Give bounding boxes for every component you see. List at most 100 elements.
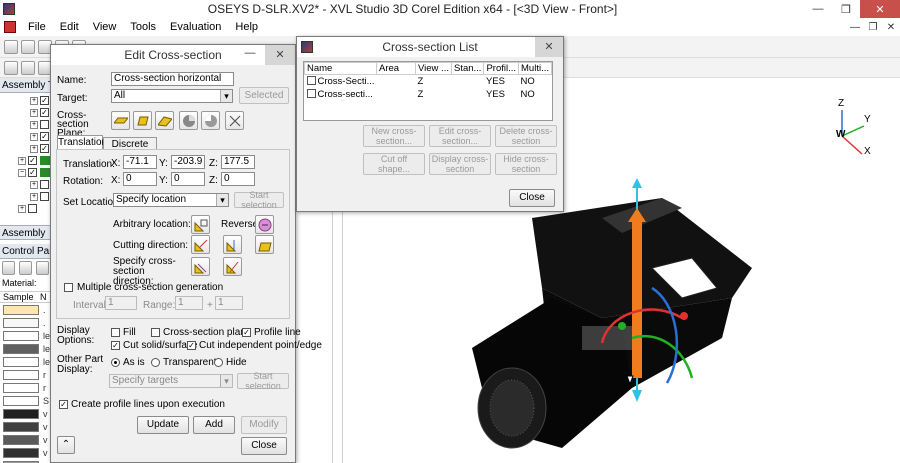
reverse-icon[interactable]	[255, 215, 274, 234]
edit-dialog-minimize-button[interactable]: —	[239, 47, 261, 59]
mdi-minimize-button[interactable]: —	[846, 22, 864, 33]
tree-checkbox[interactable]: ✓	[28, 156, 37, 165]
collapse-chevron-icon[interactable]: ⌃	[57, 436, 75, 454]
fit-icon[interactable]	[21, 60, 35, 75]
interval-input[interactable]: 1	[105, 296, 137, 310]
close-window-button[interactable]: ✕	[860, 0, 900, 18]
specify-direction-icon-2[interactable]	[223, 257, 242, 276]
as-is-radio[interactable]	[111, 358, 120, 367]
tree-expand-icon[interactable]: +	[30, 121, 38, 129]
multiple-generation-checkbox[interactable]	[64, 283, 73, 292]
add-button[interactable]: Add	[193, 416, 235, 434]
cross-section-table[interactable]: Name Area View ... Stan... Profil... Mul…	[303, 61, 553, 121]
material-row[interactable]: r	[0, 368, 51, 381]
selected-button[interactable]: Selected	[239, 87, 289, 104]
assembly-header[interactable]: Assembly	[0, 225, 51, 240]
column-profil[interactable]: Profil...	[483, 62, 520, 75]
fill-checkbox[interactable]	[111, 328, 120, 337]
cutting-direction-z-icon[interactable]	[255, 235, 274, 254]
cross-plane-checkbox[interactable]	[151, 328, 160, 337]
material-row[interactable]: .	[0, 316, 51, 329]
tree-expand-icon[interactable]: +	[30, 145, 38, 153]
specify-targets-select[interactable]: Specify targets	[109, 374, 233, 388]
range-from-input[interactable]: 1	[175, 296, 203, 310]
rotation-x-input[interactable]: 0	[123, 172, 157, 186]
cut-solid-checkbox[interactable]: ✓	[111, 341, 120, 350]
new-cross-section-button[interactable]: New cross-section...	[363, 125, 425, 147]
document-icon[interactable]	[4, 21, 16, 33]
column-area[interactable]: Area	[376, 62, 416, 75]
menu-edit[interactable]: Edit	[53, 18, 86, 36]
range-to-input[interactable]: 1	[215, 296, 243, 310]
manipulator-red-point[interactable]	[680, 312, 688, 320]
cutting-direction-x-icon[interactable]	[191, 235, 210, 254]
tree-expand-icon[interactable]: +	[30, 193, 38, 201]
cut-independent-checkbox[interactable]: ✓	[187, 341, 196, 350]
pointer-icon[interactable]	[2, 261, 15, 275]
transparent-radio[interactable]	[151, 358, 160, 367]
delete-icon[interactable]	[19, 261, 32, 275]
create-profile-checkbox[interactable]: ✓	[59, 400, 68, 409]
menu-file[interactable]: File	[21, 18, 53, 36]
display-cross-section-button[interactable]: Display cross-section	[429, 153, 491, 175]
manipulator-translate-handle[interactable]	[632, 218, 642, 378]
translation-z-input[interactable]: 177.5	[221, 155, 255, 169]
manipulator-green-point[interactable]	[618, 322, 626, 330]
rotation-y-input[interactable]: 0	[171, 172, 205, 186]
translation-x-input[interactable]: -71.1	[123, 155, 157, 169]
material-row[interactable]: le	[0, 355, 51, 368]
material-row[interactable]: v	[0, 459, 51, 463]
menu-view[interactable]: View	[86, 18, 124, 36]
tree-checkbox[interactable]: ✓	[40, 132, 49, 141]
menu-tools[interactable]: Tools	[123, 18, 163, 36]
table-row[interactable]: Cross-Secti... Z YES NO	[305, 75, 552, 88]
profile-line-checkbox[interactable]: ✓	[242, 328, 251, 337]
edit-cross-section-button[interactable]: Edit cross-section...	[429, 125, 491, 147]
tree-checkbox[interactable]: ✓	[40, 108, 49, 117]
tree-expand-icon[interactable]: +	[30, 181, 38, 189]
tree-checkbox[interactable]	[40, 192, 49, 201]
minimize-button[interactable]: —	[804, 0, 832, 18]
tree-collapse-icon[interactable]: −	[18, 169, 26, 177]
manipulator-z-arrow-icon[interactable]	[632, 178, 642, 188]
tree-expand-icon[interactable]: +	[18, 205, 26, 213]
tree-expand-icon[interactable]: +	[30, 133, 38, 141]
tree-checkbox[interactable]: ✓	[40, 96, 49, 105]
material-row[interactable]: S	[0, 394, 51, 407]
material-row[interactable]: v	[0, 407, 51, 420]
plane-xy-icon[interactable]	[111, 111, 130, 130]
material-row[interactable]: le	[0, 329, 51, 342]
tab-translation[interactable]: Translation	[57, 135, 107, 150]
tree-checkbox[interactable]	[28, 204, 37, 213]
material-row[interactable]: v	[0, 446, 51, 459]
tree-checkbox[interactable]: ✓	[28, 168, 37, 177]
name-input[interactable]: Cross-section horizontal	[111, 72, 234, 86]
cut-off-shape-button[interactable]: Cut off shape...	[363, 153, 425, 175]
specify-direction-icon-1[interactable]	[191, 257, 210, 276]
modify-button[interactable]: Modify	[241, 416, 287, 434]
mdi-close-button[interactable]: ✕	[882, 22, 900, 33]
start-selection-button[interactable]: Start selection	[234, 190, 284, 210]
hide-cross-section-button[interactable]: Hide cross-section	[495, 153, 557, 175]
material-row[interactable]: .	[0, 303, 51, 316]
column-stan[interactable]: Stan...	[450, 62, 485, 75]
column-view[interactable]: View ...	[415, 62, 452, 75]
camera-model[interactable]	[452, 178, 812, 463]
view-icon[interactable]	[4, 60, 18, 75]
menu-evaluation[interactable]: Evaluation	[163, 18, 228, 36]
material-row[interactable]: v	[0, 433, 51, 446]
list-dialog-close-x-button[interactable]: ✕	[535, 37, 563, 57]
tree-checkbox[interactable]	[40, 120, 49, 129]
plane-zx-icon[interactable]	[155, 111, 174, 130]
cancel-plane-icon[interactable]	[225, 111, 244, 130]
translation-y-input[interactable]: -203.9	[171, 155, 205, 169]
tree-expand-icon[interactable]: +	[30, 109, 38, 117]
table-row[interactable]: Cross-secti... Z YES NO	[305, 88, 552, 101]
close-button[interactable]: Close	[241, 437, 287, 455]
plane-yz-icon[interactable]	[133, 111, 152, 130]
sample-column-header[interactable]: Sample	[0, 292, 40, 302]
maximize-button[interactable]: ❐	[832, 0, 860, 18]
plane-three-point-icon[interactable]	[201, 111, 220, 130]
edit-dialog-close-x-button[interactable]: ✕	[265, 45, 295, 65]
row-checkbox[interactable]	[306, 89, 316, 98]
